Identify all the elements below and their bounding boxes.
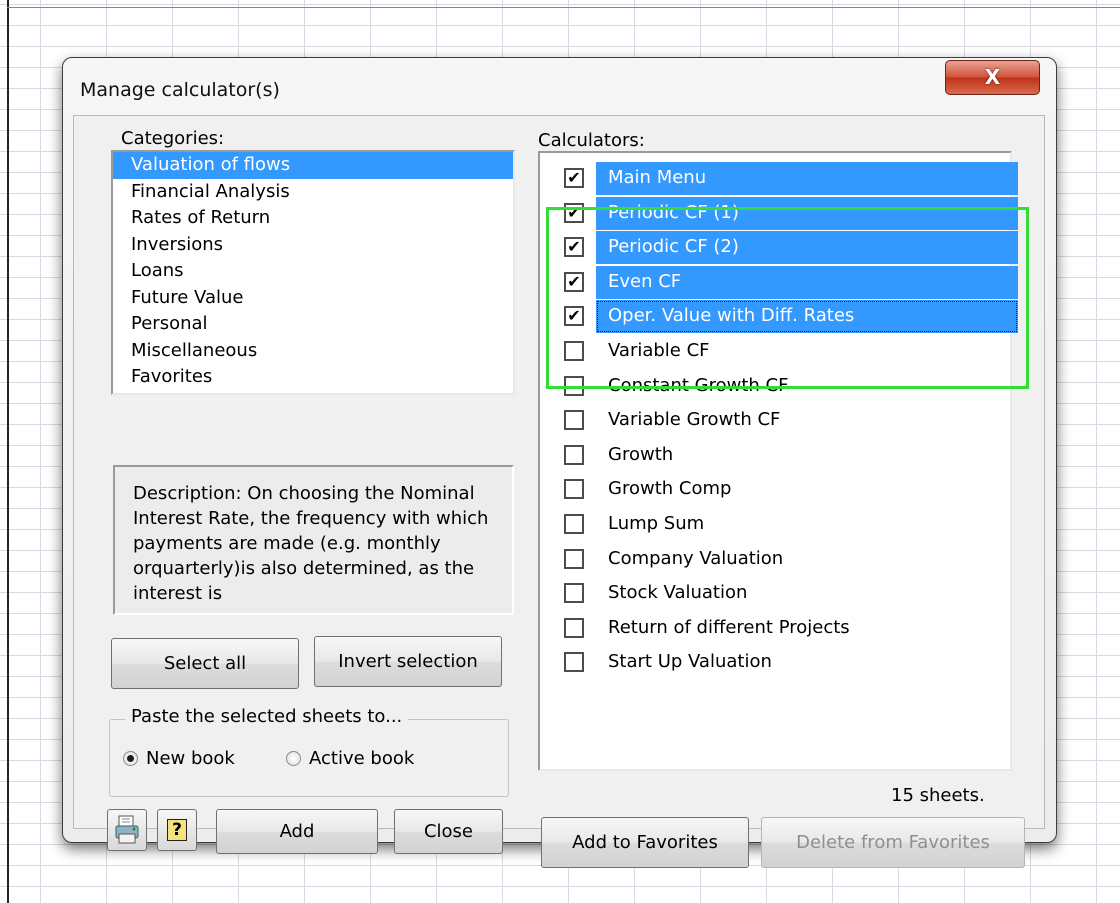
radio-selected-icon[interactable] [123,751,138,766]
category-item[interactable]: Future Value [113,285,513,312]
calculator-checkbox[interactable] [564,548,584,569]
paste-group-legend: Paste the selected sheets to... [125,706,409,727]
checkmark-icon: ✔ [567,271,581,291]
category-item[interactable]: Inversions [113,232,513,259]
category-item[interactable]: Favorites [113,364,513,391]
calculator-name: Even CF [608,270,682,292]
calculator-checkbox[interactable]: ✔ [564,237,584,258]
description-box: Description: On choosing the Nominal Int… [113,465,514,615]
close-button[interactable]: Close [394,809,503,854]
calculator-item[interactable]: Constant Growth CF [552,370,1018,403]
calculator-checkbox[interactable] [564,444,584,465]
checkmark-icon: ✔ [567,237,581,257]
sheet-count: 15 sheets. [891,785,985,806]
calculator-item[interactable]: ✔ Oper. Value with Diff. Rates [552,300,1018,334]
active-book-radio[interactable]: Active book [286,748,414,769]
calculator-checkbox[interactable] [564,375,584,396]
printer-icon [115,815,139,844]
calculator-name: Periodic CF (2) [608,236,739,258]
calculator-item[interactable]: Return of different Projects [552,612,1018,645]
checkmark-icon: ✔ [567,202,581,222]
calculator-item[interactable]: Stock Valuation [552,577,1018,610]
radio-unselected-icon[interactable] [286,751,301,766]
delete-from-favorites-button: Delete from Favorites [761,817,1025,868]
active-book-label: Active book [309,748,415,769]
calculator-name: Stock Valuation [608,582,748,604]
window-frame-edge [7,7,1120,8]
category-item[interactable]: Loans [113,258,513,285]
calculators-list[interactable]: ✔ Main Menu ✔ Periodic CF (1) ✔ Periodic CF (… [538,151,1018,771]
calculator-name: Constant Growth CF [608,374,789,396]
category-item[interactable]: Miscellaneous [113,338,513,365]
calculator-name: Growth Comp [608,478,732,500]
calculator-item[interactable]: ✔ Main Menu [552,162,1018,195]
calculator-name: Return of different Projects [608,616,850,638]
category-item[interactable]: Valuation of flows [113,152,513,179]
help-button[interactable]: ? [157,809,197,851]
calculator-item[interactable]: Lump Sum [552,508,1018,541]
calculator-checkbox[interactable] [564,410,584,431]
calculator-item[interactable]: Growth Comp [552,473,1018,506]
calculator-name: Main Menu [608,167,707,188]
calculator-name: Start Up Valuation [608,651,772,673]
calculator-checkbox[interactable] [564,514,584,534]
help-icon: ? [167,819,187,841]
categories-list[interactable]: Valuation of flows Financial Analysis Rate… [111,150,515,395]
calculator-name: Variable CF [608,340,710,361]
calculator-item[interactable]: Growth [552,439,1018,472]
calculator-name: Periodic CF (1) [608,201,739,223]
category-item[interactable]: Personal [113,311,513,338]
calculator-checkbox[interactable] [564,583,584,604]
invert-selection-button[interactable]: Invert selection [314,636,502,687]
calculator-name: Growth [608,443,674,465]
add-to-favorites-button[interactable]: Add to Favorites [541,817,749,868]
calculator-item[interactable]: ✔ Periodic CF (2) [552,231,1018,265]
category-item[interactable]: Rates of Return [113,205,513,232]
checkmark-icon: ✔ [567,168,581,187]
calculator-item[interactable]: Variable CF [552,335,1018,368]
paste-destination-group: Paste the selected sheets to... New book… [109,706,509,797]
close-icon[interactable]: X [945,60,1040,95]
categories-label: Categories: [121,128,225,149]
calculator-name: Variable Growth CF [608,409,781,431]
calculator-checkbox[interactable] [564,652,584,673]
calculator-checkbox[interactable] [564,341,584,361]
calculator-checkbox[interactable]: ✔ [564,202,584,223]
calculator-item[interactable]: Variable Growth CF [552,404,1018,437]
calculator-checkbox[interactable] [564,617,584,638]
dialog-title: Manage calculator(s) [80,79,280,101]
dialog-body: Categories: Valuation of flows Financial … [73,115,1045,868]
new-book-label: New book [146,748,235,769]
calculator-name: Oper. Value with Diff. Rates [608,305,855,327]
calculator-item[interactable]: ✔ Even CF [552,265,1018,299]
calculator-item[interactable]: ✔ Periodic CF (1) [552,196,1018,230]
select-all-button[interactable]: Select all [111,638,299,689]
checkmark-icon: ✔ [567,306,581,326]
calculator-checkbox[interactable]: ✔ [564,306,584,327]
calculator-name: Company Valuation [608,547,784,569]
calculators-label: Calculators: [538,130,645,151]
calculator-item[interactable]: Start Up Valuation [552,646,1018,679]
calculator-checkbox[interactable]: ✔ [564,168,584,188]
add-button[interactable]: Add [216,809,378,854]
category-item[interactable]: Financial Analysis [113,179,513,206]
new-book-radio[interactable]: New book [123,748,235,769]
calculator-name: Lump Sum [608,513,705,534]
calculator-checkbox[interactable] [564,479,584,500]
calculator-item[interactable]: Company Valuation [552,543,1018,576]
calculator-checkbox[interactable]: ✔ [564,271,584,292]
manage-calculators-dialog: Manage calculator(s) X Categories: Valua… [62,57,1057,868]
window-frame-edge [7,0,9,903]
print-button[interactable] [107,809,147,851]
